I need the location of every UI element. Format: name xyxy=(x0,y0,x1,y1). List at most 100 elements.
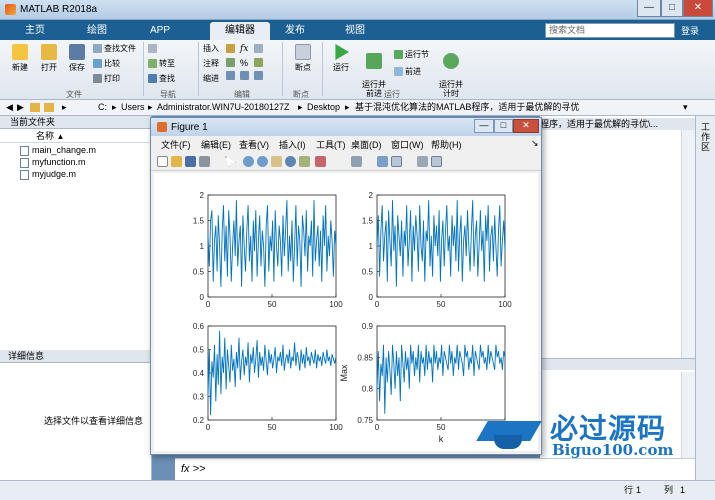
comment-button[interactable]: 注释 xyxy=(203,58,219,69)
y-tick-label: 0.6 xyxy=(193,322,205,331)
run-section-icon xyxy=(394,50,403,60)
goto-button[interactable]: 转至 xyxy=(148,58,175,69)
current-folder-panel: 当前文件夹 名称 ▲ main_change.m myfunction.m my… xyxy=(0,116,152,480)
forward-arrow-icon[interactable]: ▶ xyxy=(17,100,24,115)
pan-icon[interactable] xyxy=(271,156,282,167)
maximize-button[interactable]: □ xyxy=(661,0,683,17)
increase-indent-icon[interactable] xyxy=(254,71,263,81)
breakpoints-button[interactable]: 断点 xyxy=(288,44,318,73)
back-arrow-icon[interactable]: ◀ xyxy=(6,100,13,115)
arrow-left-icon xyxy=(148,44,157,54)
login-link[interactable]: 登录 xyxy=(681,24,699,37)
folder-up-icon[interactable] xyxy=(30,103,40,112)
new-figure-icon[interactable] xyxy=(157,156,168,167)
compare-button[interactable]: 比较 xyxy=(93,58,120,69)
x-axis-label: k xyxy=(439,434,444,444)
breadcrumb-segment[interactable]: C: xyxy=(98,100,107,115)
tab-view[interactable]: 视图 xyxy=(330,22,380,40)
menu-tools[interactable]: 工具(T) xyxy=(316,138,346,151)
row-value: 1 xyxy=(636,485,642,495)
breadcrumb-segment[interactable]: Desktop xyxy=(307,100,340,115)
tab-home[interactable]: 主页 xyxy=(10,22,60,40)
open-file-icon[interactable] xyxy=(171,156,182,167)
indent-icon[interactable] xyxy=(226,71,235,81)
editor-tab[interactable]: 程序，适用于最优解的寻优\... xyxy=(540,118,695,130)
indent-button[interactable]: 缩进 xyxy=(203,73,219,84)
menu-desktop[interactable]: 桌面(D) xyxy=(351,138,382,151)
comment-icon[interactable] xyxy=(226,57,235,67)
menu-window[interactable]: 窗口(W) xyxy=(391,138,424,151)
print-figure-icon[interactable] xyxy=(199,156,210,167)
figure-close-button[interactable]: ✕ xyxy=(513,119,539,133)
figure-maximize-button[interactable]: □ xyxy=(494,119,513,133)
tab-editor[interactable]: 编辑器 xyxy=(210,22,270,40)
y-tick-label: 1.5 xyxy=(362,217,374,226)
go-back-button[interactable] xyxy=(148,43,159,54)
figure-minimize-button[interactable]: — xyxy=(474,119,494,133)
data-cursor-icon[interactable] xyxy=(299,156,310,167)
percent-icon[interactable]: % xyxy=(240,58,252,70)
find-button[interactable]: 查找 xyxy=(148,73,175,84)
run-section-button[interactable]: 运行节 xyxy=(394,49,429,60)
new-icon xyxy=(12,44,28,60)
open-button[interactable]: 打开 xyxy=(36,44,62,73)
colorbar-icon[interactable] xyxy=(377,156,388,167)
path-root: ▸ xyxy=(62,102,67,112)
save-button[interactable]: 保存 xyxy=(64,44,90,73)
search-docs-input[interactable]: 搜索文档 xyxy=(545,23,675,38)
tab-publish[interactable]: 发布 xyxy=(270,22,320,40)
run-and-time-button[interactable]: 运行并 计时 xyxy=(436,44,466,98)
file-item[interactable]: main_change.m xyxy=(20,145,96,156)
insert-section-icon[interactable] xyxy=(226,44,235,53)
menu-file[interactable]: 文件(F) xyxy=(161,138,191,151)
path-separator: ▸ xyxy=(298,102,303,112)
y-tick-label: 2 xyxy=(369,191,374,200)
fx-icon[interactable]: fx xyxy=(240,44,252,56)
legend-icon[interactable] xyxy=(391,156,402,167)
breadcrumb-segment[interactable]: Users xyxy=(121,100,145,115)
editor-scrollbar[interactable] xyxy=(681,130,695,360)
menu-help[interactable]: 帮助(H) xyxy=(431,138,462,151)
hide-plot-tools-icon[interactable] xyxy=(417,156,428,167)
chevron-down-icon[interactable]: ▾ xyxy=(683,100,688,115)
breadcrumb-segment[interactable]: 基于混沌优化算法的MATLAB程序，适用于最优解的寻优 xyxy=(355,100,579,115)
file-item[interactable]: myjudge.m xyxy=(20,169,76,180)
zoom-out-icon[interactable] xyxy=(257,156,268,167)
menu-insert[interactable]: 插入(I) xyxy=(279,138,306,151)
name-column-header[interactable]: 名称 ▲ xyxy=(0,130,151,143)
run-button[interactable]: 运行 xyxy=(327,44,355,73)
group-label-breakpoints: 断点 xyxy=(293,90,309,99)
menu-view[interactable]: 查看(V) xyxy=(239,138,269,151)
menu-edit[interactable]: 编辑(E) xyxy=(201,138,231,151)
print-button[interactable]: 打印 xyxy=(93,73,120,84)
find-files-button[interactable]: 查找文件 xyxy=(93,43,136,54)
menubar-arrow-icon[interactable]: ↘ xyxy=(531,138,539,149)
new-button[interactable]: 新建 xyxy=(6,44,34,73)
tab-apps[interactable]: APP xyxy=(135,22,185,40)
x-tick-label: 0 xyxy=(206,423,211,432)
insert-menu-icon[interactable] xyxy=(254,44,263,53)
show-plot-tools-icon[interactable] xyxy=(431,156,442,167)
pointer-icon[interactable] xyxy=(225,156,236,167)
link-plot-icon[interactable] xyxy=(351,156,362,167)
panel-title: 当前文件夹 xyxy=(0,116,151,129)
breadcrumb-segment[interactable]: Administrator.WIN7U-20180127Z xyxy=(157,100,290,115)
x-tick-label: 0 xyxy=(375,423,380,432)
advance-button[interactable]: 前进 xyxy=(394,66,421,77)
workspace-tab[interactable]: 工作区 xyxy=(701,122,711,152)
insert-button[interactable]: 插入 xyxy=(203,43,219,54)
file-item[interactable]: myfunction.m xyxy=(20,157,86,168)
uncomment-icon[interactable] xyxy=(254,57,263,67)
close-button[interactable]: ✕ xyxy=(683,0,713,17)
minimize-button[interactable]: — xyxy=(637,0,661,17)
zoom-in-icon[interactable] xyxy=(243,156,254,167)
browse-folder-icon[interactable] xyxy=(44,103,54,112)
rotate-icon[interactable] xyxy=(285,156,296,167)
y-tick-label: 0.4 xyxy=(193,369,205,378)
tab-plots[interactable]: 绘图 xyxy=(72,22,122,40)
brush-icon[interactable] xyxy=(315,156,326,167)
command-prompt: fx >> xyxy=(181,463,206,475)
decrease-indent-icon[interactable] xyxy=(240,71,249,81)
y-tick-label: 2 xyxy=(200,191,205,200)
save-figure-icon[interactable] xyxy=(185,156,196,167)
